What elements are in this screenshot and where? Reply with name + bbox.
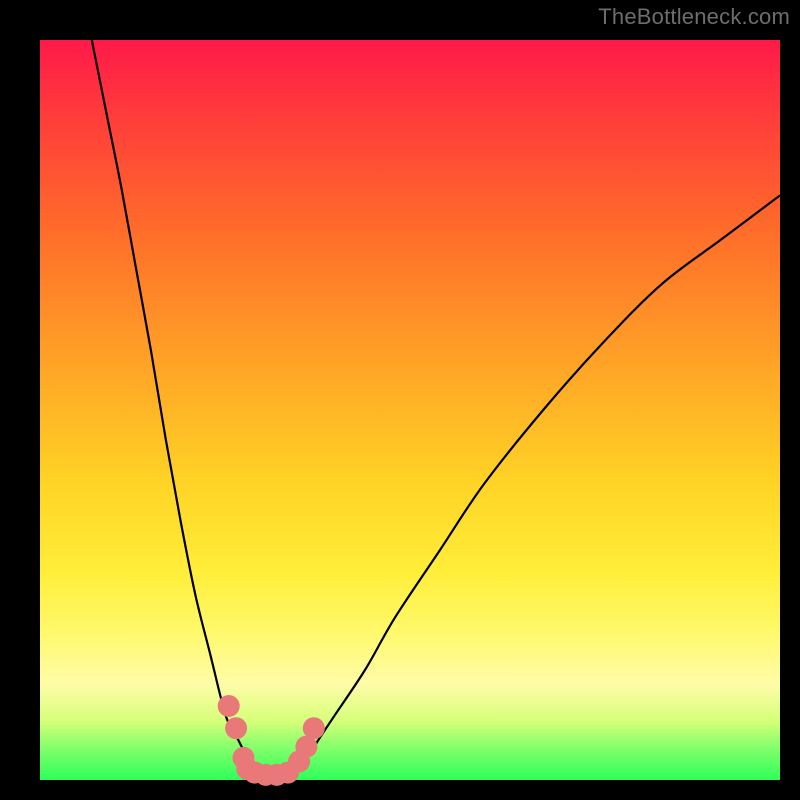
marker-dot bbox=[303, 717, 325, 739]
bottom-markers bbox=[218, 695, 325, 786]
marker-dot bbox=[218, 695, 240, 717]
plot-area bbox=[40, 40, 780, 780]
chart-frame: TheBottleneck.com bbox=[0, 0, 800, 800]
curve-left-branch bbox=[92, 40, 255, 773]
watermark-label: TheBottleneck.com bbox=[598, 4, 790, 30]
marker-dot bbox=[225, 717, 247, 739]
curves-svg bbox=[40, 40, 780, 780]
curve-right-branch bbox=[292, 195, 780, 772]
